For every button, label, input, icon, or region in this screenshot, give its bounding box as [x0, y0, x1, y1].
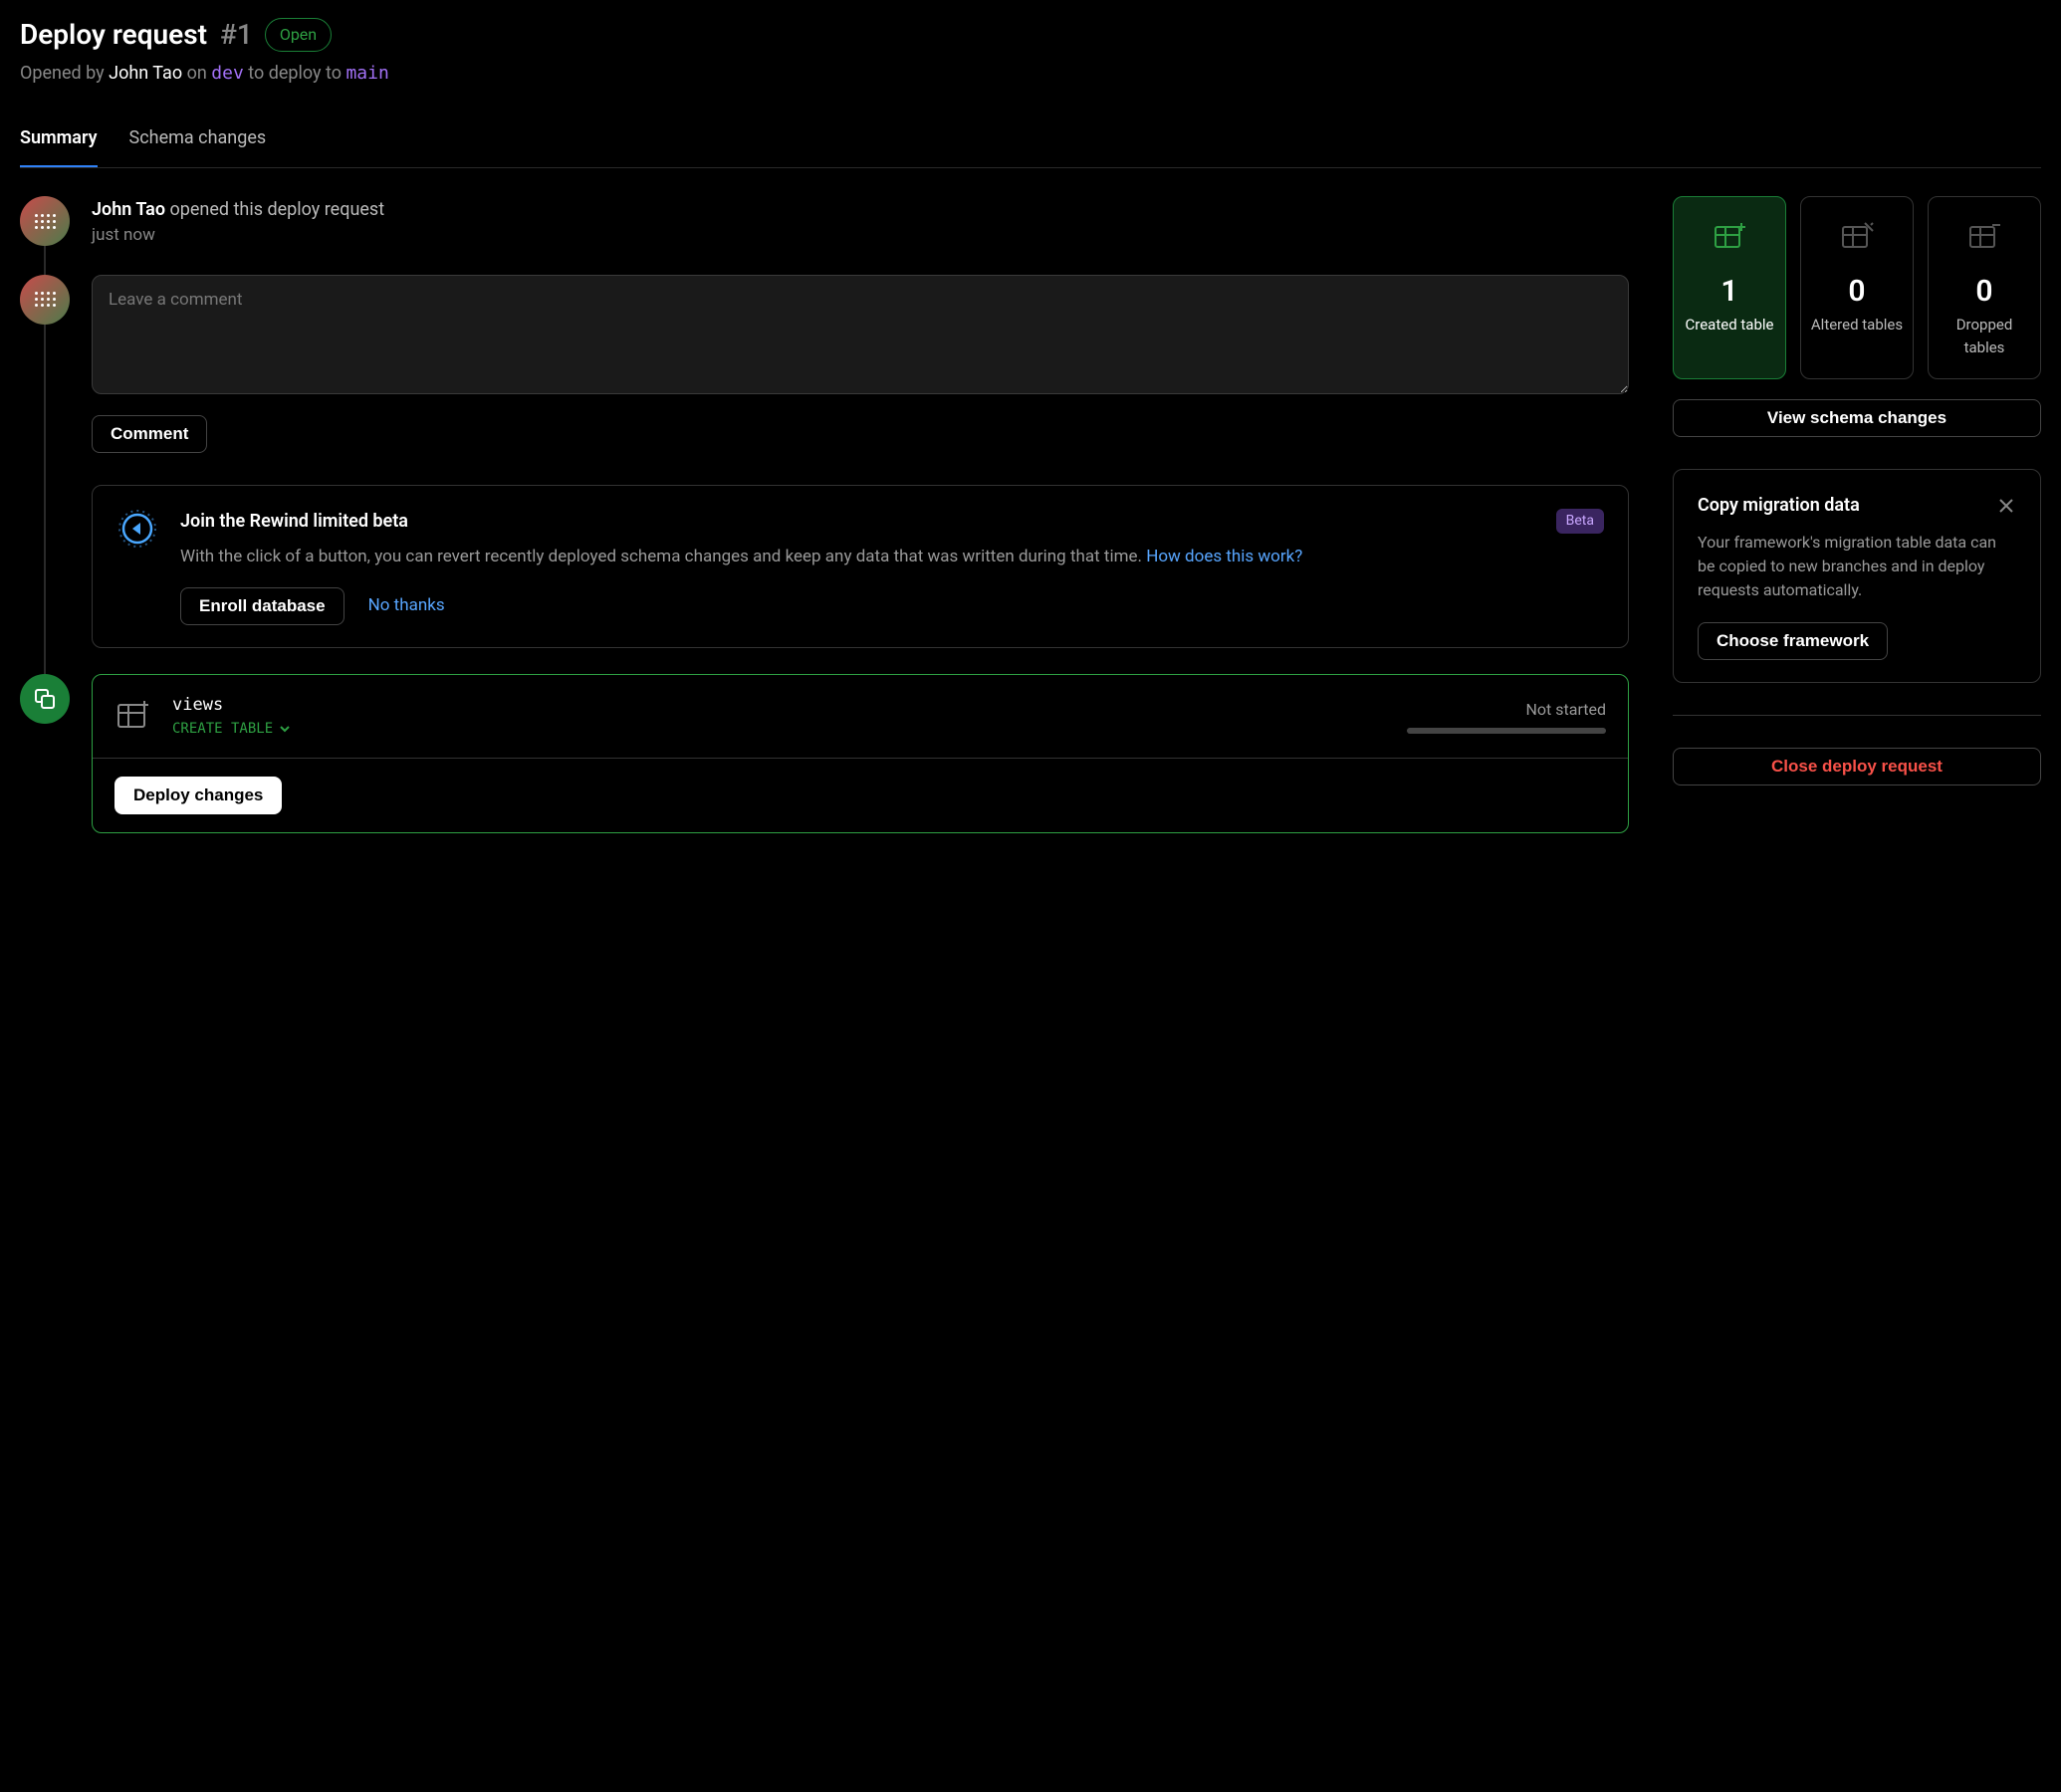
migration-panel: Copy migration data Your framework's mig… — [1673, 469, 2041, 683]
chevron-down-icon — [279, 723, 291, 735]
table-create-icon — [1710, 217, 1749, 257]
migration-title: Copy migration data — [1698, 492, 1860, 519]
schema-change-panel: views CREATE TABLE Not started — [92, 674, 1629, 833]
avatar — [20, 196, 70, 246]
table-alter-icon — [1837, 217, 1877, 257]
beta-badge: Beta — [1556, 509, 1604, 534]
opened-by-user[interactable]: John Tao — [109, 63, 182, 84]
stat-number: 0 — [1937, 269, 2032, 314]
tab-summary[interactable]: Summary — [20, 114, 98, 167]
avatar — [20, 275, 70, 325]
stat-label: Altered tables — [1809, 314, 1905, 336]
deploy-changes-button[interactable]: Deploy changes — [114, 777, 282, 814]
change-status: Not started — [1407, 698, 1606, 722]
view-schema-changes-button[interactable]: View schema changes — [1673, 399, 2041, 437]
create-table-dropdown[interactable]: CREATE TABLE — [172, 719, 1387, 740]
comment-input[interactable] — [92, 275, 1629, 394]
source-branch[interactable]: dev — [211, 63, 244, 84]
comment-button[interactable]: Comment — [92, 415, 207, 453]
created-tables-stat[interactable]: 1 Created table — [1673, 196, 1786, 379]
table-drop-icon — [1964, 217, 2004, 257]
rewind-help-link[interactable]: How does this work? — [1146, 547, 1302, 566]
page-title: Deploy request #1 — [20, 14, 253, 56]
rewind-description: With the click of a button, you can reve… — [180, 545, 1604, 570]
rewind-title: Join the Rewind limited beta — [180, 508, 408, 535]
event-user[interactable]: John Tao — [92, 199, 165, 220]
subheading: Opened by John Tao on dev to deploy to m… — [20, 60, 2041, 87]
dropped-tables-stat[interactable]: 0 Dropped tables — [1928, 196, 2041, 379]
stat-label: Created table — [1682, 314, 1777, 336]
event-time: just now — [92, 223, 1629, 249]
title-text: Deploy request — [20, 18, 207, 51]
table-name: views — [172, 693, 1387, 719]
target-branch[interactable]: main — [345, 63, 388, 84]
progress-bar — [1407, 728, 1606, 734]
stat-number: 0 — [1809, 269, 1905, 314]
timeline-event: John Tao opened this deploy request — [92, 196, 1629, 223]
close-icon[interactable] — [1996, 496, 2016, 516]
status-badge: Open — [265, 18, 332, 52]
enroll-database-button[interactable]: Enroll database — [180, 587, 344, 625]
change-marker-icon — [20, 674, 70, 724]
migration-description: Your framework's migration table data ca… — [1698, 531, 2016, 602]
stat-number: 1 — [1682, 269, 1777, 314]
table-create-icon — [114, 697, 152, 735]
no-thanks-link[interactable]: No thanks — [368, 593, 445, 619]
altered-tables-stat[interactable]: 0 Altered tables — [1800, 196, 1914, 379]
tab-schema-changes[interactable]: Schema changes — [129, 114, 267, 167]
divider — [1673, 715, 2041, 716]
stat-label: Dropped tables — [1937, 314, 2032, 358]
request-number: #1 — [220, 18, 253, 51]
rewind-icon — [116, 508, 158, 550]
choose-framework-button[interactable]: Choose framework — [1698, 622, 1888, 660]
close-deploy-request-button[interactable]: Close deploy request — [1673, 748, 2041, 785]
tabs: Summary Schema changes — [20, 114, 2041, 168]
